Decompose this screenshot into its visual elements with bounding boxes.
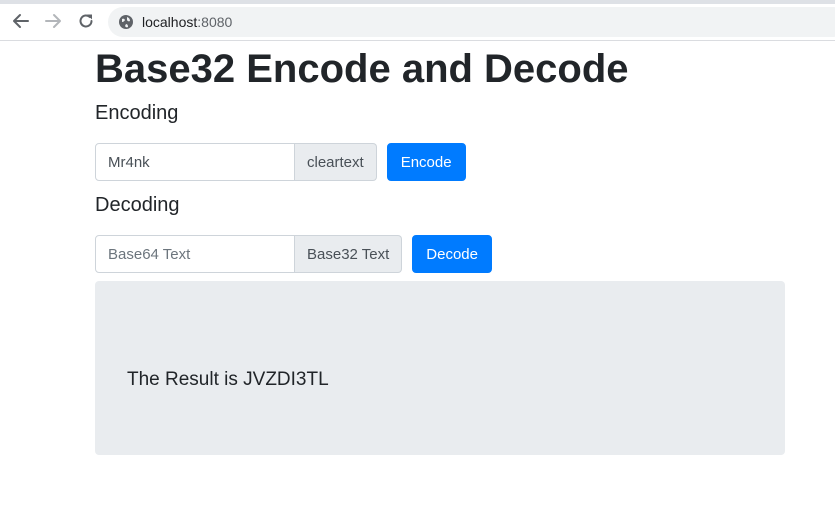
encode-button[interactable]: Encode xyxy=(386,143,466,181)
cleartext-input[interactable] xyxy=(95,143,295,181)
reload-icon xyxy=(79,14,93,28)
cleartext-addon: cleartext xyxy=(295,143,377,181)
globe-icon xyxy=(118,14,134,30)
browser-toolbar: localhost:8080 xyxy=(0,0,835,41)
page-title: Base32 Encode and Decode xyxy=(95,47,629,91)
result-panel: The Result is JVZDI3TL xyxy=(95,281,785,455)
reload-button[interactable] xyxy=(76,11,96,31)
encoding-input-group: cleartext Encode xyxy=(95,143,466,181)
url-host: localhost xyxy=(142,14,198,30)
url-port: :8080 xyxy=(197,14,233,30)
arrow-right-icon xyxy=(45,14,61,28)
decode-button[interactable]: Decode xyxy=(412,235,492,273)
forward-button[interactable] xyxy=(43,11,63,31)
back-button[interactable] xyxy=(11,11,31,31)
encoding-heading: Encoding xyxy=(95,102,179,124)
tab-strip-edge xyxy=(0,0,835,4)
result-text: The Result is JVZDI3TL xyxy=(127,369,329,390)
base32-input[interactable] xyxy=(95,235,295,273)
address-bar[interactable]: localhost:8080 xyxy=(108,7,835,37)
base32-addon: Base32 Text xyxy=(295,235,403,273)
decoding-heading: Decoding xyxy=(95,194,180,216)
arrow-left-icon xyxy=(13,14,29,28)
decoding-input-group: Base32 Text Decode xyxy=(95,235,492,273)
